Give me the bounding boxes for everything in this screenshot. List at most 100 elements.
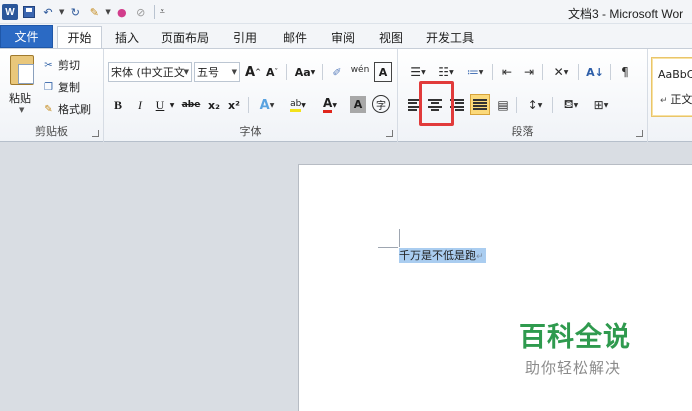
format-painter-label: 格式刷 <box>58 103 91 116</box>
multilevel-list-button[interactable]: ≔ ▼ <box>462 62 488 82</box>
redo-button[interactable]: ↻ <box>67 4 83 20</box>
clipboard-group: 粘贴 ▼ ✂ 剪切 ❐ 复制 ✎ 格式刷 剪贴板 <box>0 49 104 142</box>
shrink-font-icon: A <box>265 65 275 79</box>
copy-button[interactable]: ❐ 复制 <box>42 78 80 96</box>
show-hide-marks-button[interactable]: ¶ <box>616 62 634 82</box>
clipboard-launcher-icon[interactable] <box>92 130 99 137</box>
font-color-icon: A <box>323 97 333 113</box>
margin-corner-mark <box>399 229 400 247</box>
text-effects-button[interactable]: A ▼ <box>254 95 280 115</box>
style-normal-label: ↵ 正文 <box>660 93 692 106</box>
tab-file[interactable]: 文件 <box>0 25 53 48</box>
tab-page-layout[interactable]: 页面布局 <box>153 26 217 48</box>
character-border-button[interactable]: A <box>374 62 392 82</box>
eraser-button[interactable]: ⊘ <box>133 4 149 20</box>
document-page[interactable]: 千万是不低是跑↵ 百科全说 助你轻松解决 <box>298 164 692 411</box>
color-wheel-button[interactable]: ● <box>114 4 130 20</box>
word-logo-icon[interactable]: W <box>2 4 18 20</box>
tab-insert[interactable]: 插入 <box>107 26 147 48</box>
increase-indent-button[interactable]: ⇥ <box>520 62 538 82</box>
undo-button[interactable]: ↶ <box>40 4 56 20</box>
tab-developer[interactable]: 开发工具 <box>418 26 482 48</box>
eraser-icon: ⊘ <box>136 5 146 19</box>
font-separator <box>322 64 323 80</box>
tab-references[interactable]: 引用 <box>224 26 266 48</box>
document-text: 千万是不低是跑 <box>399 249 476 262</box>
tab-mailings[interactable]: 邮件 <box>274 26 316 48</box>
undo-icon: ↶ <box>43 5 53 19</box>
bullets-button[interactable]: ☰ ▼ <box>406 62 430 82</box>
style-normal-sample: AaBbCcDc <box>658 68 692 81</box>
decrease-indent-icon: ⇤ <box>501 65 513 79</box>
quick-access-toolbar: W ↶ ▼ ↻ ✎ ▼ ● ⊘ ⩡ <box>2 3 165 21</box>
tab-review[interactable]: 审阅 <box>322 26 364 48</box>
underline-button[interactable]: U <box>152 95 168 115</box>
strikethrough-button[interactable]: abe <box>180 95 202 115</box>
selected-paragraph-text[interactable]: 千万是不低是跑↵ <box>399 248 486 263</box>
character-border-icon: A <box>378 65 388 79</box>
phonetic-guide-button[interactable]: wén <box>350 60 370 80</box>
font-size-value: 五号 <box>197 66 219 79</box>
numbering-button[interactable]: ☷ ▼ <box>434 62 458 82</box>
text-effects-icon: A <box>259 97 270 113</box>
italic-button[interactable]: I <box>132 95 148 115</box>
font-name-select[interactable]: 宋体 (中文正文 ▼ <box>108 62 192 82</box>
copy-label: 复制 <box>58 81 80 94</box>
format-painter-qat-button[interactable]: ✎ <box>86 4 102 20</box>
phonetic-guide-icon: wén <box>350 65 370 75</box>
tab-view[interactable]: 视图 <box>370 26 412 48</box>
window-title: 文档3 - Microsoft Wor <box>568 7 684 21</box>
grow-font-button[interactable]: A ^ <box>244 62 262 82</box>
font-color-button[interactable]: A ▼ <box>316 95 344 115</box>
increase-indent-icon: ⇥ <box>523 65 535 79</box>
sort-icon: A↓ <box>586 65 604 79</box>
paste-dropdown-icon[interactable]: ▼ <box>19 106 24 114</box>
scissors-icon: ✂ <box>44 59 53 71</box>
brush-icon: ✎ <box>89 5 99 19</box>
paragraph-separator <box>552 97 553 113</box>
paragraph-separator <box>516 97 517 113</box>
grow-font-icon: A <box>245 64 256 80</box>
cut-button[interactable]: ✂ 剪切 <box>42 56 80 74</box>
multilevel-list-icon: ≔ <box>466 65 479 79</box>
save-button[interactable] <box>21 4 37 20</box>
sort-button[interactable]: A↓ <box>584 62 606 82</box>
font-size-select[interactable]: 五号 ▼ <box>194 62 240 82</box>
ribbon-tabs: 文件 开始 插入 页面布局 引用 邮件 审阅 视图 开发工具 <box>0 24 692 48</box>
annotation-highlight-box <box>419 81 454 126</box>
justify-button[interactable] <box>470 94 490 115</box>
subscript-button[interactable]: x₂ <box>206 95 222 115</box>
shrink-font-button[interactable]: Aˇ <box>264 62 280 82</box>
borders-button[interactable]: ⊞ ▼ <box>588 95 614 115</box>
redo-icon: ↻ <box>70 5 80 19</box>
watermark-title: 百科全说 <box>519 322 631 353</box>
bold-button[interactable]: B <box>110 95 126 115</box>
style-normal[interactable]: AaBbCcDc ↵ 正文 <box>651 57 692 117</box>
decrease-indent-button[interactable]: ⇤ <box>498 62 516 82</box>
format-painter-button[interactable]: ✎ 格式刷 <box>42 100 91 118</box>
tab-home[interactable]: 开始 <box>57 26 102 48</box>
font-launcher-icon[interactable] <box>386 130 393 137</box>
undo-dropdown-icon[interactable]: ▼ <box>59 8 64 16</box>
chinese-layout-button[interactable]: ✕ ▼ <box>548 62 574 82</box>
distributed-icon: ▤ <box>497 98 509 112</box>
highlight-color-button[interactable]: ab ▼ <box>284 95 312 115</box>
clear-formatting-button[interactable]: ✐ <box>328 62 346 82</box>
shading-button[interactable]: ⛾ ▼ <box>558 95 584 115</box>
distributed-button[interactable]: ▤ <box>494 95 512 115</box>
qat-dropdown-icon[interactable]: ▼ <box>105 8 110 16</box>
clipboard-group-label: 剪贴板 <box>35 125 68 138</box>
paragraph-launcher-icon[interactable] <box>636 130 643 137</box>
underline-dropdown-icon[interactable]: ▼ <box>168 95 176 115</box>
paragraph-separator <box>542 64 543 80</box>
change-case-button[interactable]: Aa ▼ <box>292 62 318 82</box>
line-spacing-button[interactable]: ↕ ▼ <box>522 95 548 115</box>
superscript-button[interactable]: x² <box>226 95 242 115</box>
customize-qat-icon[interactable]: ⩡ <box>160 7 165 17</box>
document-area[interactable]: 千万是不低是跑↵ 百科全说 助你轻松解决 <box>0 142 692 411</box>
chinese-layout-icon: ✕ <box>553 65 564 79</box>
font-group: 宋体 (中文正文 ▼ 五号 ▼ A ^ Aˇ Aa ▼ ✐ wén A B I U … <box>104 49 398 142</box>
copy-icon: ❐ <box>44 81 53 93</box>
enclose-characters-button[interactable]: 字 <box>372 95 390 113</box>
character-shading-button[interactable]: A <box>350 96 366 113</box>
